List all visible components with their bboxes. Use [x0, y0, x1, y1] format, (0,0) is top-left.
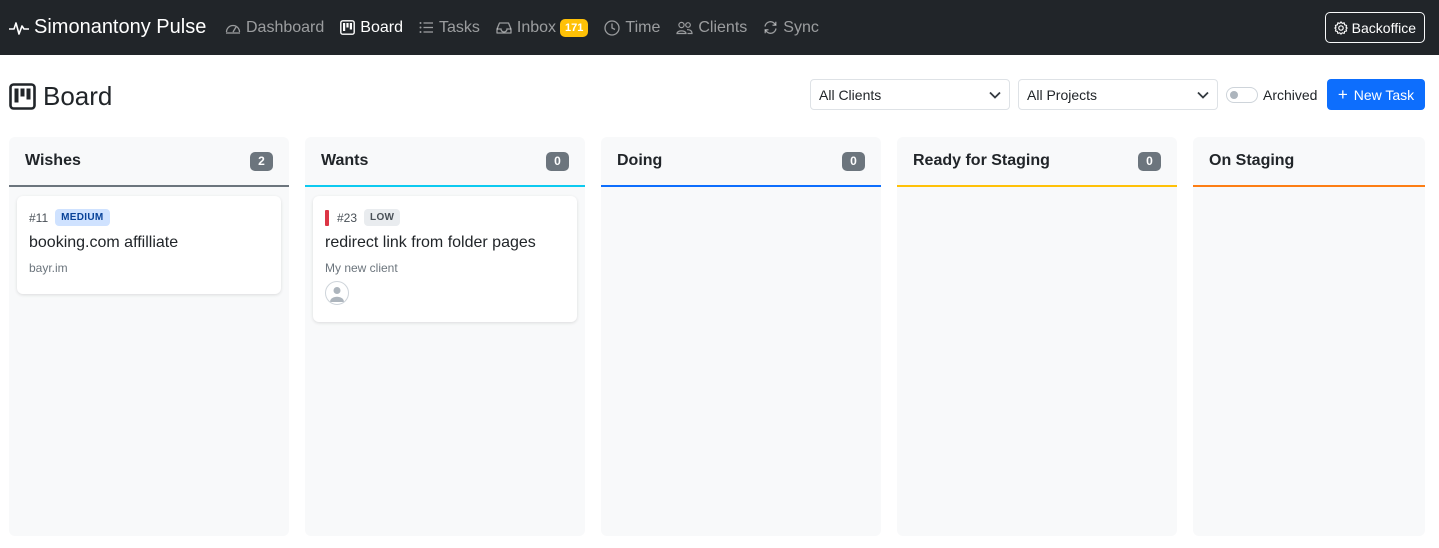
clock-icon — [604, 19, 621, 36]
nav-label: Time — [625, 18, 661, 36]
new-task-button[interactable]: + New Task — [1327, 79, 1425, 110]
card-meta: #23 LOW — [325, 208, 565, 227]
column-wishes: Wishes 2 #11 MEDIUM booking.com affillia… — [9, 137, 289, 536]
task-id: #11 — [29, 210, 49, 225]
people-icon — [676, 21, 693, 34]
nav-label: Sync — [783, 18, 819, 36]
page-title: Board — [9, 80, 112, 112]
user-icon — [330, 287, 344, 302]
archived-label: Archived — [1263, 87, 1318, 103]
inbox-count-badge: 171 — [560, 18, 589, 37]
chevron-down-icon — [1197, 91, 1209, 99]
column-count-badge: 0 — [546, 151, 569, 171]
column-wants: Wants 0 #23 LOW redirect link from folde… — [305, 137, 585, 536]
column-count-badge: 0 — [842, 151, 865, 171]
pulse-icon — [9, 21, 29, 35]
nav-label: Inbox — [516, 18, 557, 36]
brand-name: Simonantony Pulse — [34, 16, 207, 38]
clients-filter-value: All Clients — [819, 86, 882, 103]
column-header: Doing 0 — [601, 137, 881, 187]
column-doing: Doing 0 — [601, 137, 881, 536]
plus-icon: + — [1337, 84, 1348, 104]
column-count-badge: 0 — [1138, 151, 1161, 171]
kanban-icon — [9, 82, 36, 110]
nav-label: Board — [360, 18, 403, 36]
column-on-staging: On Staging — [1193, 137, 1425, 536]
nav-label: Tasks — [438, 18, 480, 36]
inbox-icon — [496, 21, 512, 34]
new-task-label: New Task — [1353, 86, 1415, 103]
gear-icon — [1333, 20, 1348, 35]
nav-item-sync[interactable]: Sync — [763, 19, 819, 37]
nav-item-inbox[interactable]: Inbox 171 — [496, 18, 589, 37]
column-title: On Staging — [1209, 152, 1295, 169]
nav-item-dashboard[interactable]: Dashboard — [225, 19, 324, 37]
clients-filter-select[interactable]: All Clients — [810, 79, 1010, 110]
nav-label: Dashboard — [246, 18, 325, 36]
task-client: bayr.im — [29, 261, 68, 275]
archived-toggle-group: Archived — [1226, 85, 1317, 105]
projects-filter-select[interactable]: All Projects — [1018, 79, 1218, 110]
nav-item-tasks[interactable]: Tasks — [419, 19, 480, 37]
archived-toggle[interactable] — [1226, 87, 1258, 103]
nav-item-clients[interactable]: Clients — [676, 19, 747, 37]
task-card[interactable]: #11 MEDIUM booking.com affilliate bayr.i… — [17, 196, 281, 294]
speedometer-icon — [225, 24, 241, 34]
backoffice-label: Backoffice — [1351, 19, 1416, 36]
column-title: Wants — [321, 152, 369, 169]
chevron-down-icon — [989, 91, 1001, 99]
page-title-text: Board — [43, 80, 113, 111]
column-title: Wishes — [25, 152, 81, 169]
column-title: Ready for Staging — [913, 152, 1050, 169]
priority-indicator — [325, 209, 329, 226]
brand[interactable]: Simonantony Pulse — [9, 0, 206, 55]
top-navbar: Simonantony Pulse Dashboard Board Tasks … — [0, 0, 1439, 55]
column-header: On Staging — [1193, 137, 1425, 187]
column-title: Doing — [617, 152, 663, 169]
column-header: Wants 0 — [305, 137, 585, 187]
priority-badge: LOW — [364, 209, 401, 226]
task-title: booking.com affilliate — [29, 234, 179, 251]
column-count-badge: 2 — [250, 151, 273, 171]
backoffice-button[interactable]: Backoffice — [1324, 12, 1425, 43]
nav-item-board[interactable]: Board — [340, 19, 403, 37]
nav-item-time[interactable]: Time — [604, 19, 660, 37]
task-title: redirect link from folder pages — [325, 234, 536, 251]
nav-links: Dashboard Board Tasks Inbox 171 Time Cli… — [225, 0, 835, 55]
assignee-avatar[interactable] — [325, 281, 349, 305]
task-id: #23 — [337, 210, 358, 225]
column-header: Wishes 2 — [9, 137, 289, 187]
nav-label: Clients — [698, 18, 748, 36]
kanban-icon — [340, 20, 356, 35]
column-header: Ready for Staging 0 — [897, 137, 1177, 187]
priority-badge: MEDIUM — [55, 209, 110, 226]
task-client: My new client — [325, 261, 398, 275]
card-meta: #11 MEDIUM — [29, 208, 269, 227]
column-ready-for-staging: Ready for Staging 0 — [897, 137, 1177, 536]
list-icon — [419, 22, 433, 33]
task-card[interactable]: #23 LOW redirect link from folder pages … — [313, 196, 577, 322]
projects-filter-value: All Projects — [1027, 86, 1098, 103]
sync-icon — [764, 21, 777, 34]
